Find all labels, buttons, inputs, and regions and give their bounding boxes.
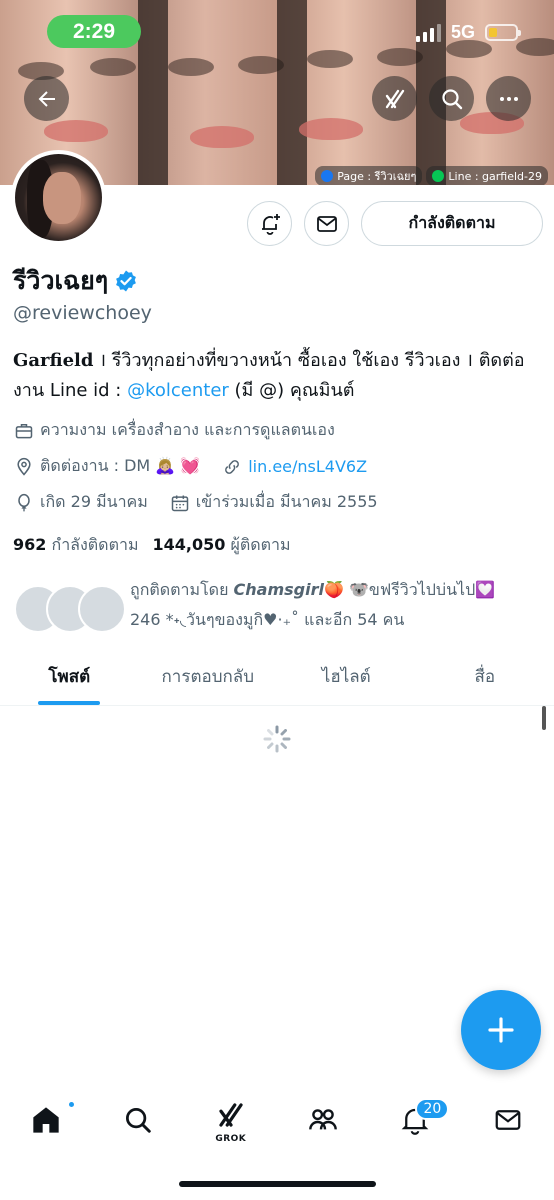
message-button[interactable] (304, 201, 349, 246)
bell-plus-icon (261, 213, 280, 235)
bio-text-end: (มี @) คุณมินต์ (228, 380, 355, 401)
location-item: ติดต่องาน : DM 🙇🏼‍♀️ 💓 (14, 454, 200, 479)
calendar-icon (171, 495, 189, 511)
grok-button[interactable] (372, 76, 417, 121)
mutual-avatars (14, 585, 126, 635)
user-handle: @reviewchoey (13, 302, 152, 324)
bio-mention-link[interactable]: @kolcenter (127, 380, 229, 401)
bio-bold-name: Garfield (13, 350, 94, 371)
birthday-text: เกิด 29 มีนาคม (40, 492, 148, 511)
network-type: 5G (450, 22, 475, 42)
nav-notifications[interactable]: 20 (385, 1090, 450, 1150)
followed-by-prefix: ถูกติดตามโดย (130, 580, 234, 599)
balloon-icon (18, 493, 30, 511)
grok-icon (219, 1103, 243, 1127)
following-label: กำลังติดตาม (51, 535, 139, 554)
location-pin-icon (17, 457, 31, 476)
website-link[interactable]: lin.ee/nsL4V6Z (248, 457, 367, 476)
tab-media[interactable]: สื่อ (416, 648, 554, 705)
plus-icon (488, 1017, 514, 1043)
search-icon (126, 1108, 152, 1133)
follow-counts: 962 กำลังติดตาม 144,050 ผู้ติดตาม (13, 533, 291, 558)
search-button[interactable] (429, 76, 474, 121)
communities-icon (309, 1109, 338, 1130)
birthday-item: เกิด 29 มีนาคม (14, 490, 148, 515)
following-button[interactable]: กำลังติดตาม (361, 201, 543, 246)
home-indicator (179, 1181, 376, 1187)
following-count: 962 (13, 535, 47, 554)
mutual-avatar (78, 585, 126, 633)
banner-tag-line-text: Line : garfield-29 (448, 169, 542, 183)
more-horizontal-icon (499, 96, 518, 101)
banner-photo-2 (138, 0, 284, 185)
line-app-icon (432, 170, 445, 182)
followers-count: 144,050 (152, 535, 226, 554)
status-time: 2:29 (47, 15, 141, 48)
compose-button[interactable] (461, 990, 541, 1070)
home-icon (33, 1107, 59, 1133)
more-button[interactable] (486, 76, 531, 121)
followed-by-rest: 🍑 🐨ขฟรีวิวไปบ่นไป💟 (323, 580, 496, 599)
home-unread-dot (69, 1102, 75, 1107)
contact-row: ติดต่องาน : DM 🙇🏼‍♀️ 💓 lin.ee/nsL4V6Z (14, 454, 367, 479)
nav-communities[interactable] (293, 1090, 353, 1150)
category-row: ความงาม เครื่องสำอาง และการดูแลตนเอง (14, 418, 335, 443)
joined-item: เข้าร่วมเมื่อ มีนาคม 2555 (170, 490, 378, 515)
profile-bio: Garfield । รีวิวทุกอย่างที่ขวางหน้า ซื้อ… (13, 346, 543, 406)
followed-by-name: Chamsgirl (233, 580, 324, 599)
followed-by-line2: 246 *˖◟วันๆของมูกิ♥︎·₊˚ และอีก 54 คน (130, 610, 405, 629)
grok-label: GROK (215, 1134, 247, 1144)
followers-count-link[interactable]: 144,050 ผู้ติดตาม (153, 533, 291, 558)
followed-by-section[interactable]: ถูกติดตามโดย Chamsgirl🍑 🐨ขฟรีวิวไปบ่นไป💟… (14, 575, 544, 635)
battery-icon (485, 24, 521, 41)
nav-search[interactable] (108, 1090, 168, 1150)
arrow-left-icon (38, 90, 55, 107)
category-text: ความงาม เครื่องสำอาง และการดูแลตนเอง (40, 420, 335, 439)
banner-tag-line: Line : garfield-29 (426, 166, 548, 185)
notify-button[interactable] (247, 201, 292, 246)
joined-text: เข้าร่วมเมื่อ มีนาคม 2555 (195, 492, 378, 511)
facebook-icon (321, 170, 334, 182)
profile-tabs: โพสต์ การตอบกลับ ไฮไลต์ สื่อ (0, 648, 554, 706)
display-name: รีวิวเฉยๆ (13, 266, 109, 295)
envelope-icon (495, 1110, 521, 1130)
grok-icon (385, 89, 404, 108)
scrollbar-thumb[interactable] (542, 706, 546, 730)
followers-label: ผู้ติดตาม (230, 535, 291, 554)
profile-avatar[interactable] (11, 150, 106, 245)
display-name-row: รีวิวเฉยๆ (13, 261, 138, 301)
banner-contact-tags: Page : รีวิวเฉยๆ Line : garfield-29 (315, 166, 548, 185)
bottom-navigation: GROK 20 (0, 1085, 554, 1155)
tab-replies[interactable]: การตอบกลับ (139, 648, 278, 705)
dates-row: เกิด 29 มีนาคม เข้าร่วมเมื่อ มีนาคม 2555 (14, 490, 378, 515)
tab-highlights[interactable]: ไฮไลต์ (277, 648, 416, 705)
loading-spinner-icon (263, 725, 291, 753)
nav-messages[interactable] (478, 1090, 538, 1150)
nav-grok[interactable]: GROK (201, 1090, 261, 1150)
nav-home[interactable] (16, 1090, 76, 1150)
envelope-icon (316, 215, 337, 232)
briefcase-icon (15, 423, 33, 438)
notification-count-badge: 20 (415, 1098, 450, 1120)
location-text: ติดต่องาน : DM 🙇🏼‍♀️ 💓 (40, 456, 201, 475)
followed-by-text: ถูกติดตามโดย Chamsgirl🍑 🐨ขฟรีวิวไปบ่นไป💟… (130, 575, 495, 635)
following-count-link[interactable]: 962 กำลังติดตาม (13, 533, 139, 558)
search-icon (441, 88, 462, 109)
avatar-photo (15, 154, 102, 241)
cellular-signal-icon (415, 23, 441, 42)
website-item[interactable]: lin.ee/nsL4V6Z (222, 457, 367, 477)
banner-tag-page-text: Page : รีวิวเฉยๆ (337, 170, 417, 183)
verified-badge-icon[interactable] (114, 269, 138, 293)
banner-tag-page: Page : รีวิวเฉยๆ (315, 166, 423, 185)
link-icon (225, 459, 240, 474)
back-button[interactable] (24, 76, 69, 121)
tab-posts[interactable]: โพสต์ (0, 648, 139, 705)
status-icons: 5G (415, 22, 521, 43)
